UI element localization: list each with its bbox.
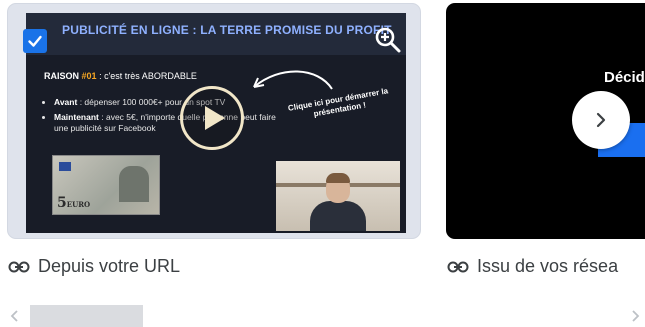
- scrollbar-thumb[interactable]: [30, 305, 143, 327]
- reason-prefix: RAISON: [44, 71, 80, 81]
- select-checkbox[interactable]: [23, 29, 47, 53]
- caption-social-text: Issu de vos résea: [477, 256, 619, 276]
- slide-title: PUBLICITÉ EN LIGNE : LA TERRE PROMISE DU…: [62, 23, 392, 37]
- banknote-value: 5EURO: [57, 195, 91, 211]
- eu-flag: [59, 162, 71, 171]
- webcam-image: [276, 161, 400, 231]
- chevron-left-icon[interactable]: [10, 309, 20, 323]
- play-button[interactable]: [180, 86, 244, 150]
- video-card-url[interactable]: PUBLICITÉ EN LIGNE : LA TERRE PROMISE DU…: [7, 3, 421, 239]
- chevron-right-icon[interactable]: [630, 309, 640, 323]
- zoom-in-icon[interactable]: [374, 26, 402, 54]
- chevron-right-icon: [596, 112, 606, 128]
- caption-url: Depuis votre URL: [8, 256, 180, 277]
- banknote-image: 5EURO: [52, 155, 160, 215]
- slide-reason: RAISON #01 : c'est très ABORDABLE: [44, 71, 197, 81]
- link-icon: [8, 261, 30, 272]
- bullet-maintenant: Maintenant : avec 5€, n'importe quelle p…: [54, 112, 284, 134]
- reason-text: : c'est très ABORDABLE: [99, 71, 197, 81]
- check-icon: [28, 35, 42, 47]
- banknote-arch: [119, 166, 149, 202]
- caption-url-text: Depuis votre URL: [38, 256, 181, 276]
- link-icon: [447, 261, 469, 272]
- play-icon: [205, 106, 225, 130]
- reason-number: #01: [81, 71, 97, 81]
- thumbnail-text: Décid: [604, 69, 645, 86]
- caption-social: Issu de vos résea: [447, 256, 618, 277]
- carousel-next-button[interactable]: [572, 91, 630, 149]
